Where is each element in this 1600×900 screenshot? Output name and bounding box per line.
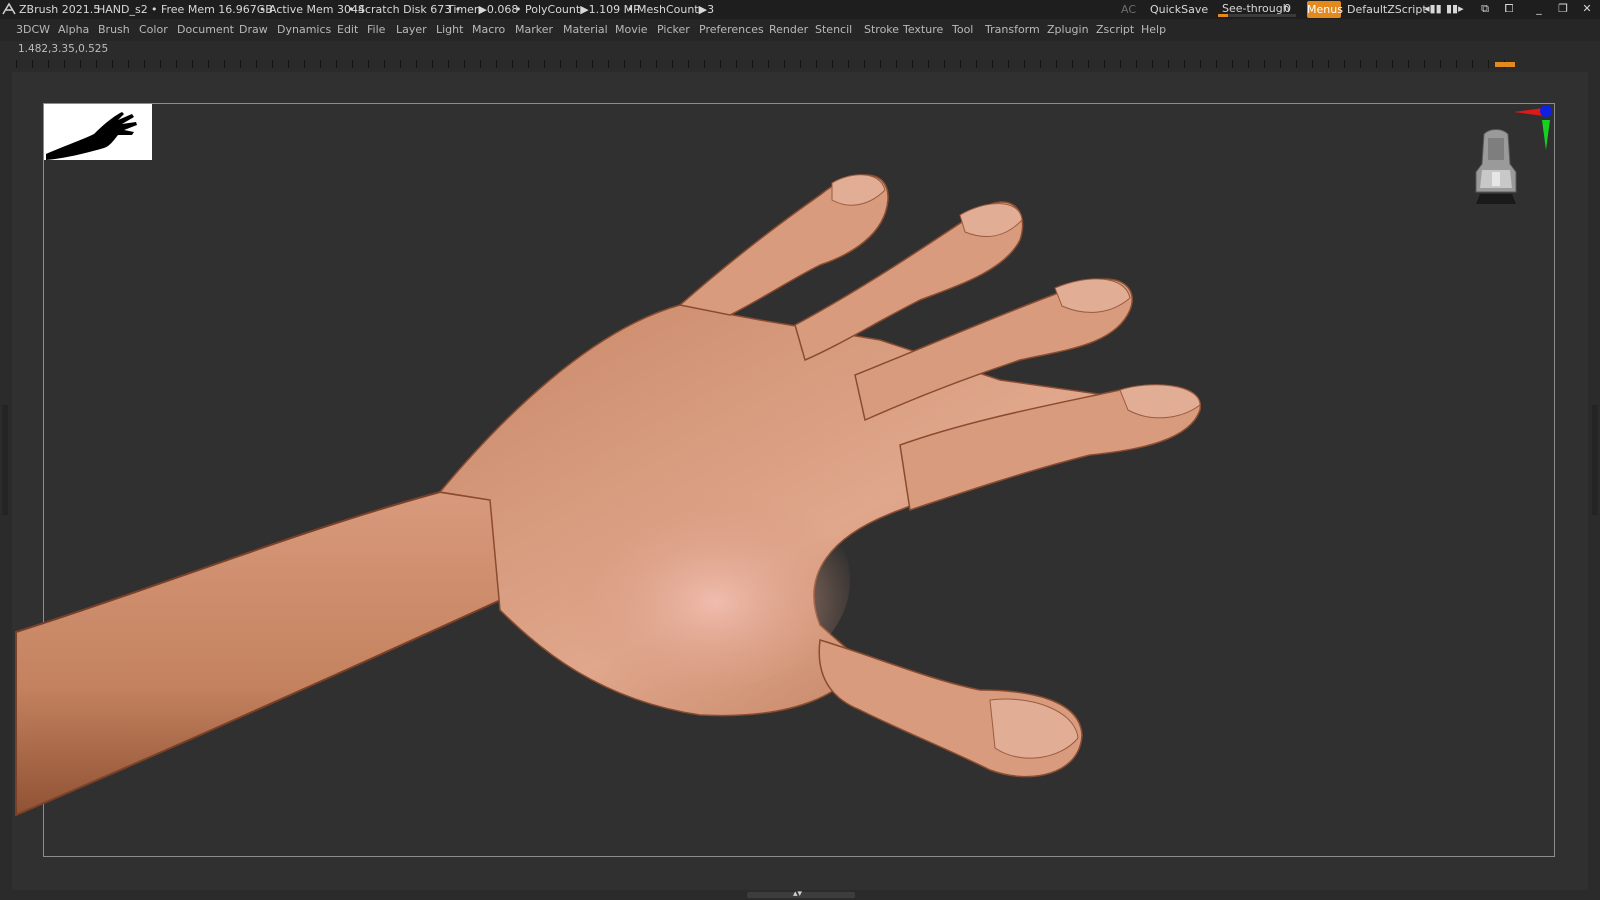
menu-zscript[interactable]: Zscript [1096,19,1134,41]
right-tray-handle[interactable] [1592,405,1598,515]
zbrush-logo-icon[interactable] [2,2,16,16]
meshcount-readout: • MeshCount▶3 [627,3,715,16]
menu-render[interactable]: Render [769,19,808,41]
menu-document[interactable]: Document [177,19,234,41]
menu-bar: 3DCW Alpha Brush Color Document Draw Dyn… [0,19,1600,41]
see-through-slider[interactable]: See-through 0 [1218,1,1296,17]
title-bar: ZBrush 2021.5 HAND_s2 • Free Mem 16.967G… [0,0,1600,19]
scratch-disk-readout: • Scratch Disk 673 • [348,3,462,16]
menu-transform[interactable]: Transform [985,19,1040,41]
menu-material[interactable]: Material [563,19,608,41]
bottom-tray-handle[interactable]: ▴▾ [747,889,855,899]
see-through-label: See-through [1222,2,1290,15]
menu-alpha[interactable]: Alpha [58,19,89,41]
menu-3dcw[interactable]: 3DCW [16,19,50,41]
menu-edit[interactable]: Edit [337,19,358,41]
document-border [43,103,1555,857]
document-name: HAND_s2 [97,3,148,16]
progress-strip [16,60,1513,68]
menu-stroke[interactable]: Stroke [864,19,899,41]
save-layout-icon[interactable]: ⧠ [1501,1,1517,17]
menu-draw[interactable]: Draw [239,19,268,41]
menu-file[interactable]: File [367,19,385,41]
ac-indicator[interactable]: AC [1121,0,1136,19]
menu-macro[interactable]: Macro [472,19,505,41]
close-icon[interactable]: ✕ [1579,1,1595,17]
timer-readout: Timer▶0.068 [447,3,519,16]
polycount-readout: • PolyCount▶1.109 MP [515,3,640,16]
menu-brush[interactable]: Brush [98,19,130,41]
expand-arrows-icon[interactable]: ▴▾ [793,889,802,899]
menu-help[interactable]: Help [1141,19,1166,41]
default-zscript-button[interactable]: DefaultZScript [1347,0,1427,19]
free-mem-readout: • Free Mem 16.967GB [151,3,273,16]
menu-movie[interactable]: Movie [615,19,648,41]
menu-color[interactable]: Color [139,19,168,41]
layout-swap-icon[interactable]: ⧉ [1477,1,1493,17]
left-tray-handle[interactable] [2,405,8,515]
coordinate-readout: 1.482,3.35,0.525 [18,43,109,55]
menu-layer[interactable]: Layer [396,19,427,41]
app-name: ZBrush 2021.5 [19,3,101,16]
menu-preferences[interactable]: Preferences [699,19,764,41]
minimize-icon[interactable]: _ [1531,1,1547,17]
restore-icon[interactable]: ❐ [1555,1,1571,17]
hand-silhouette-thumbnail [44,104,152,160]
menu-zplugin[interactable]: Zplugin [1047,19,1089,41]
menu-dynamics[interactable]: Dynamics [277,19,331,41]
navigation-cube-icon[interactable] [1470,128,1522,212]
see-through-value: 0 [1284,2,1291,15]
menu-stencil[interactable]: Stencil [815,19,852,41]
menu-picker[interactable]: Picker [657,19,690,41]
menu-tool[interactable]: Tool [952,19,973,41]
menu-texture[interactable]: Texture [903,19,943,41]
quicksave-button[interactable]: QuickSave [1150,0,1208,19]
menu-marker[interactable]: Marker [515,19,553,41]
progress-marker [1495,62,1515,67]
menu-light[interactable]: Light [436,19,463,41]
expand-ui-icon[interactable]: ▮▮▸ [1446,1,1464,17]
menus-toggle-button[interactable]: Menus [1307,1,1343,18]
shrink-ui-icon[interactable]: ◂▮▮ [1424,1,1442,17]
